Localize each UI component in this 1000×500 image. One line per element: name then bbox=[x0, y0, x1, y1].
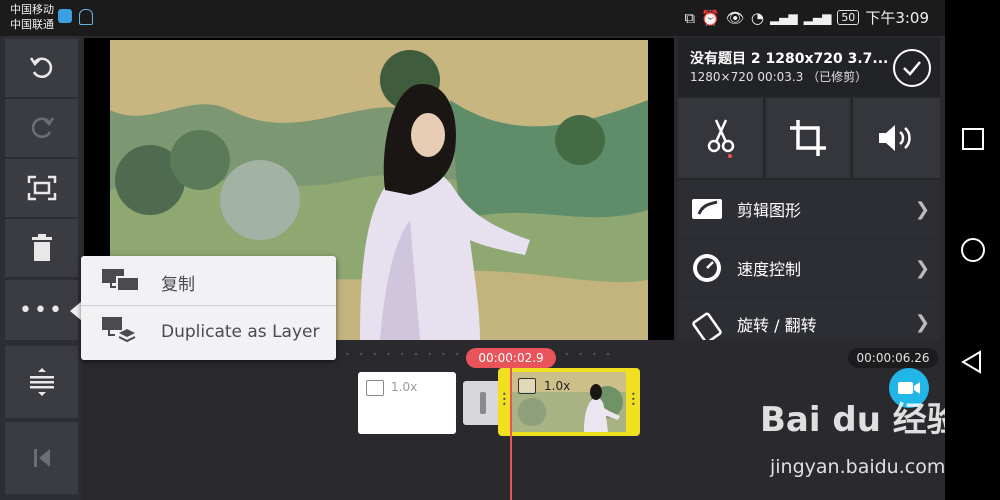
split-track-button[interactable] bbox=[5, 346, 78, 418]
film-icon bbox=[366, 380, 384, 396]
menu-item-label: 剪辑图形 bbox=[737, 201, 802, 220]
playhead-line[interactable] bbox=[510, 360, 512, 500]
app-notification-icon bbox=[58, 9, 72, 23]
redo-icon bbox=[31, 117, 54, 138]
carrier-info: 中国移动 中国联通 bbox=[10, 2, 54, 32]
skip-to-start-button[interactable] bbox=[5, 422, 78, 494]
skip-to-start-icon bbox=[33, 449, 50, 467]
menu-item-label: 速度控制 bbox=[737, 260, 802, 279]
project-info: 1280×720 00:03.3 （已修剪） bbox=[690, 70, 868, 84]
project-title: 没有题目 2 1280x720 3.7... bbox=[690, 51, 889, 67]
checkmark-icon bbox=[903, 61, 921, 76]
done-button[interactable] bbox=[893, 49, 931, 87]
clip-thumbnail: 1.0x bbox=[512, 372, 626, 432]
delete-button[interactable] bbox=[5, 219, 78, 277]
rotate-icon bbox=[691, 312, 731, 340]
more-button[interactable]: ••• bbox=[5, 280, 78, 340]
baidu-watermark-url: jingyan.baidu.com bbox=[770, 456, 946, 478]
carrier-1: 中国移动 bbox=[10, 3, 54, 16]
signal-icon: ▂▄▆ bbox=[769, 10, 798, 25]
popup-item-label: 复制 bbox=[161, 274, 195, 295]
recents-button[interactable] bbox=[962, 128, 984, 150]
volume-button[interactable] bbox=[853, 98, 940, 178]
fit-screen-button[interactable] bbox=[5, 159, 78, 217]
menu-speed-control[interactable]: 速度控制 ❯ bbox=[678, 239, 940, 297]
undo-icon bbox=[29, 57, 52, 78]
clock: 下午3:09 bbox=[865, 9, 929, 27]
chevron-right-icon: ❯ bbox=[914, 257, 930, 279]
trash-icon bbox=[31, 234, 52, 261]
chevron-right-icon: ❯ bbox=[914, 198, 930, 220]
status-icons: ⧉ ⏰ 👁 ◔ ▂▄▆ ▂▄▆ 50 下午3:09 bbox=[684, 7, 929, 28]
menu-rotate-flip[interactable]: 旋转 / 翻转 ❯ bbox=[678, 298, 940, 340]
crop-button[interactable] bbox=[766, 98, 850, 178]
eye-icon: 👁 bbox=[725, 8, 745, 27]
back-triangle-icon bbox=[961, 350, 981, 374]
clip-graphics-icon bbox=[691, 196, 731, 222]
clip-speed: 1.0x bbox=[544, 379, 571, 393]
crop-icon bbox=[790, 120, 826, 156]
lock-notification-icon bbox=[79, 9, 93, 25]
speedometer-icon bbox=[691, 252, 731, 284]
popup-duplicate[interactable]: 复制 bbox=[81, 257, 336, 307]
clip-speed: 1.0x bbox=[391, 380, 418, 394]
popup-item-label: Duplicate as Layer bbox=[161, 322, 320, 342]
clip-trim-handle-left[interactable]: • • • bbox=[502, 391, 508, 410]
baidu-watermark: Bai du 经验 bbox=[760, 400, 961, 440]
film-icon bbox=[518, 378, 536, 394]
status-bar: 中国移动 中国联通 ⧉ ⏰ 👁 ◔ ▂▄▆ ▂▄▆ 50 下午3:09 bbox=[0, 0, 945, 36]
timeline-clip[interactable]: 1.0x bbox=[358, 372, 456, 434]
back-button[interactable] bbox=[960, 350, 984, 378]
menu-clip-graphics[interactable]: 剪辑图形 ❯ bbox=[678, 180, 940, 238]
total-duration: 00:00:06.26 bbox=[848, 348, 938, 368]
trim-split-button[interactable] bbox=[678, 98, 763, 178]
battery-indicator: 50 bbox=[837, 10, 860, 25]
chevron-right-icon: ❯ bbox=[914, 312, 930, 333]
home-button[interactable] bbox=[961, 238, 985, 262]
duplicate-layer-icon bbox=[101, 315, 161, 350]
transition-icon bbox=[480, 392, 486, 414]
scissors-icon bbox=[707, 119, 734, 158]
menu-item-label: 旋转 / 翻转 bbox=[737, 316, 817, 335]
fit-screen-icon bbox=[27, 175, 56, 201]
duplicate-icon bbox=[101, 267, 161, 298]
clip-trim-handle-right[interactable]: • • • bbox=[631, 391, 637, 410]
volume-icon bbox=[878, 125, 911, 151]
cast-icon: ⧉ bbox=[684, 8, 696, 27]
carrier-2: 中国联通 bbox=[10, 18, 54, 31]
more-dots-icon: ••• bbox=[19, 297, 64, 323]
wifi-icon: ◔ bbox=[750, 8, 764, 27]
redo-button[interactable] bbox=[5, 99, 78, 157]
popup-duplicate-as-layer[interactable]: Duplicate as Layer bbox=[81, 307, 336, 357]
split-view-icon bbox=[29, 368, 54, 396]
signal-icon: ▂▄▆ bbox=[803, 10, 832, 25]
alarm-icon: ⏰ bbox=[701, 8, 720, 27]
transition-button[interactable] bbox=[463, 381, 503, 425]
popup-divider bbox=[81, 305, 336, 306]
undo-button[interactable] bbox=[5, 39, 78, 97]
